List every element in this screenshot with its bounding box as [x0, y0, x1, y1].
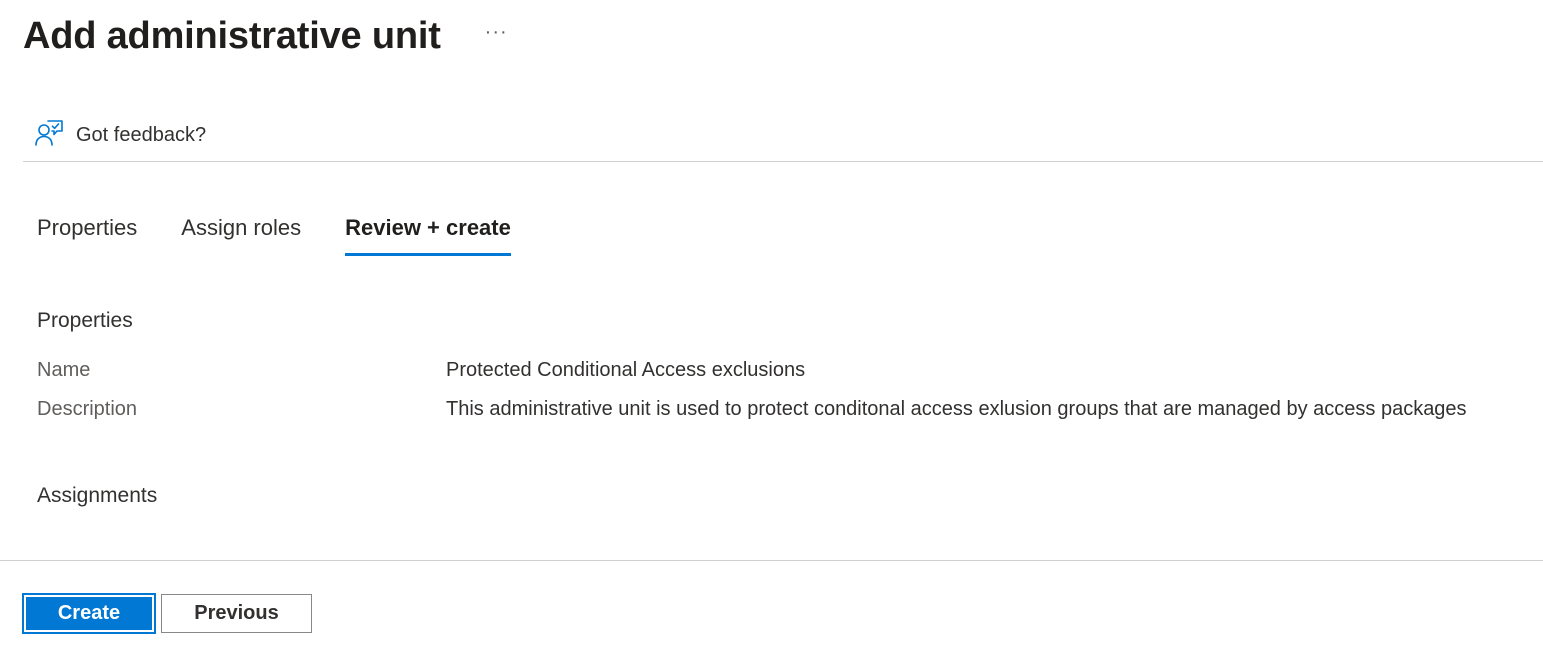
more-options-button[interactable]: ··· — [481, 22, 512, 42]
title-row: Add administrative unit ··· — [23, 10, 512, 62]
previous-button[interactable]: Previous — [161, 594, 312, 633]
wizard-tabs: Properties Assign roles Review + create — [37, 212, 555, 256]
name-value: Protected Conditional Access exclusions — [446, 359, 806, 381]
tab-review-create[interactable]: Review + create — [345, 212, 511, 256]
tab-assign-roles[interactable]: Assign roles — [181, 212, 301, 256]
name-label: Name — [37, 359, 91, 381]
feedback-person-icon — [34, 118, 64, 153]
feedback-label: Got feedback? — [76, 124, 207, 146]
footer-divider — [0, 560, 1543, 561]
create-button[interactable]: Create — [22, 593, 156, 634]
assignments-heading: Assignments — [37, 484, 158, 507]
properties-heading: Properties — [37, 309, 133, 332]
add-administrative-unit-page: Add administrative unit ··· Got feedback… — [0, 0, 1543, 646]
description-value: This administrative unit is used to prot… — [446, 398, 1467, 420]
page-title: Add administrative unit — [23, 14, 441, 57]
feedback-link[interactable]: Got feedback? — [34, 118, 206, 153]
tab-properties[interactable]: Properties — [37, 212, 137, 256]
header-divider — [23, 161, 1543, 162]
description-label: Description — [37, 398, 138, 420]
